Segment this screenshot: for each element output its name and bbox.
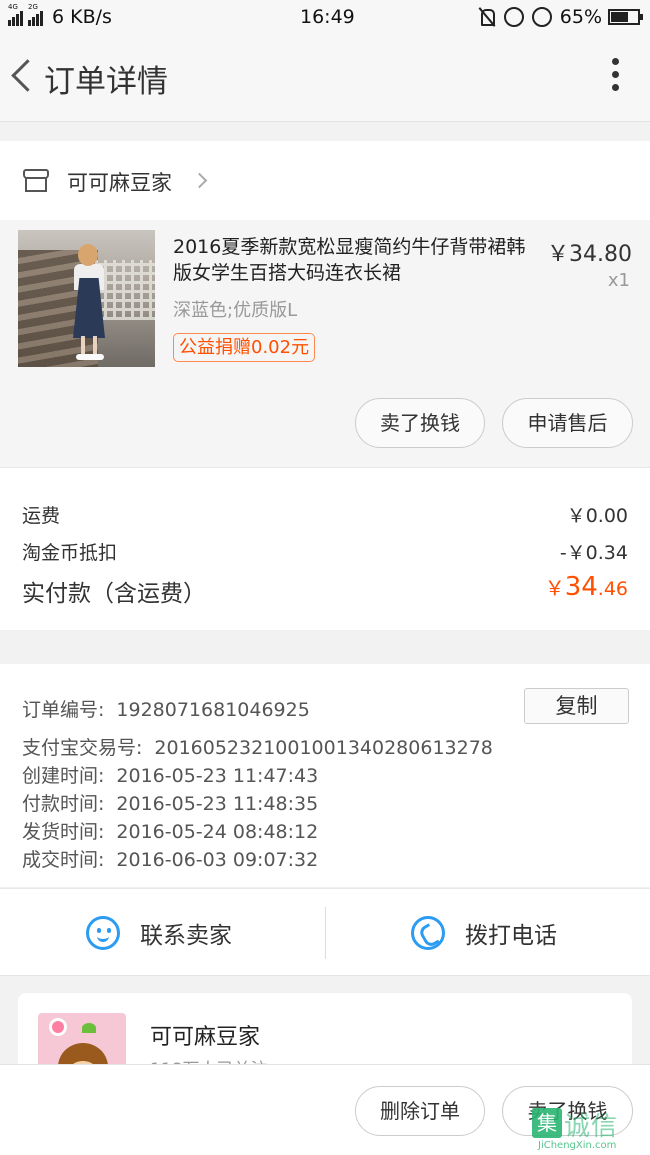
alarm-icon [531,7,552,27]
page-title: 订单详情 [44,64,168,100]
more-menu-icon[interactable] [610,58,620,94]
shop-card-name: 可可麻豆家 [150,1025,261,1050]
order-number-label: 订单编号: [22,699,105,721]
created-time: 2016-05-23 11:47:43 [116,765,319,787]
paid-label: 付款时间: [22,793,105,815]
order-detail-page: 4G 2G 6 KB/s 16:49 65% 订单详情 可可麻豆家 2016夏季… [0,0,650,1155]
battery-percent: 65% [559,6,602,28]
status-bar: 4G 2G 6 KB/s 16:49 65% [0,0,650,34]
chevron-right-icon [191,172,208,189]
store-icon [23,169,49,193]
watermark-domain: JiChengXin.com [538,1140,617,1151]
total-currency: ￥ [544,576,565,600]
signal-2g-icon: 2G [28,3,44,26]
product-item[interactable]: 2016夏季新款宽松显瘦简约牛仔背带裙韩版女学生百搭大码连衣长裙 深蓝色;优质版… [0,220,650,467]
call-phone-label: 拨打电话 [465,923,557,949]
contact-seller-label: 联系卖家 [140,923,232,949]
order-info: 订单编号: 1928071681046925 复制 支付宝交易号: 20160523… [0,664,650,887]
divider [325,907,326,959]
back-arrow-icon[interactable] [10,58,34,94]
network-speed: 6 KB/s [52,6,112,28]
product-spec: 深蓝色;优质版L [173,300,298,321]
product-thumbnail[interactable] [18,230,155,367]
total-value: ￥34.46 [545,572,628,602]
signal-4g-icon: 4G [8,3,24,26]
done-time: 2016-06-03 09:07:32 [116,849,319,871]
shipping-value: ￥0.00 [566,505,628,527]
phone-icon [411,916,445,950]
done-time-row: 成交时间: 2016-06-03 09:07:32 [22,845,318,872]
total-decimal: .46 [597,578,628,600]
copy-button[interactable]: 复制 [524,688,629,724]
watermark-badge: 集 [532,1108,562,1138]
product-price: ￥34.80 [547,242,632,267]
alipay-row: 支付宝交易号: 2016052321001001340280613278 [22,733,493,760]
alipay-label: 支付宝交易号: [22,737,143,759]
sell-for-cash-button[interactable]: 卖了换钱 [355,398,485,448]
clock: 16:49 [300,6,355,28]
shipped-time: 2016-05-24 08:48:12 [116,821,319,843]
created-time-row: 创建时间: 2016-05-23 11:47:43 [22,761,318,788]
battery-icon [608,9,643,25]
call-phone-button[interactable]: 拨打电话 [411,889,557,977]
total-label: 实付款（含运费） [22,581,206,607]
rotation-lock-icon [503,7,524,27]
shipped-time-row: 发货时间: 2016-05-24 08:48:12 [22,817,318,844]
shipping-row: 运费 ￥0.00 [22,501,628,528]
order-number[interactable]: 1928071681046925 [116,699,309,721]
coin-value: -￥0.34 [559,542,628,564]
after-sale-button[interactable]: 申请售后 [502,398,633,448]
contact-bar: 联系卖家 拨打电话 [0,888,650,976]
watermark-text: 诚信 [564,1112,619,1142]
alipay-number[interactable]: 2016052321001001340280613278 [154,737,492,759]
order-number-row: 订单编号: 1928071681046925 [22,695,310,722]
chat-face-icon [86,916,120,950]
paid-time: 2016-05-23 11:48:35 [116,793,319,815]
watermark: 集 诚信 JiChengXin.com [532,1104,650,1155]
app-header: 订单详情 [0,34,650,122]
created-label: 创建时间: [22,765,105,787]
total-paid-row: 实付款（含运费） ￥34.46 [22,572,628,608]
paid-time-row: 付款时间: 2016-05-23 11:48:35 [22,789,318,816]
coin-label: 淘金币抵扣 [22,542,118,564]
done-label: 成交时间: [22,849,105,871]
contact-seller-button[interactable]: 联系卖家 [86,889,232,977]
mute-icon [478,7,496,27]
shipping-label: 运费 [22,505,61,527]
shop-row[interactable]: 可可麻豆家 [0,141,650,220]
cost-summary: 运费 ￥0.00 淘金币抵扣 -￥0.34 实付款（含运费） ￥34.46 [0,467,650,630]
shipped-label: 发货时间: [22,821,105,843]
product-quantity: x1 [607,270,630,291]
total-integer: 34 [564,572,598,602]
charity-badge: 公益捐赠0.02元 [173,333,316,362]
shop-name: 可可麻豆家 [67,171,172,195]
coin-deduction-row: 淘金币抵扣 -￥0.34 [22,538,628,565]
delete-order-button[interactable]: 删除订单 [355,1086,485,1136]
product-title[interactable]: 2016夏季新款宽松显瘦简约牛仔背带裙韩版女学生百搭大码连衣长裙 [173,234,533,286]
